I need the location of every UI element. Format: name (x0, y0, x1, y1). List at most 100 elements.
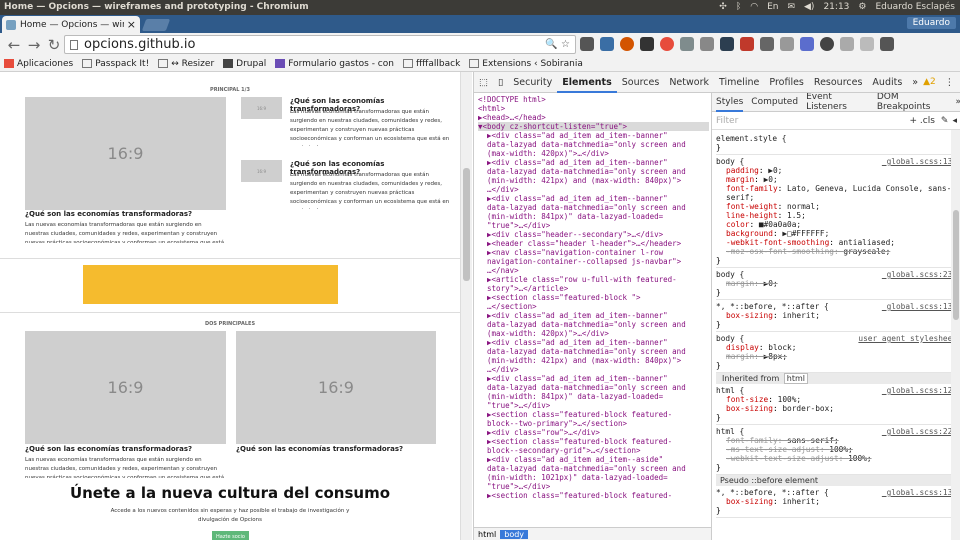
styles-filter[interactable]: Filter + .cls ✎ ◂ (712, 112, 960, 130)
css-rule[interactable]: _global.scss:221 html {font-family: sans-… (716, 425, 957, 475)
inherited-tag[interactable]: html (783, 373, 809, 384)
ad-banner[interactable] (83, 265, 338, 304)
tab-elements[interactable]: Elements (557, 72, 617, 93)
bookmark-extensions[interactable]: Extensions ‹ Sobirania (469, 59, 583, 69)
breadcrumb-html[interactable]: html (478, 530, 496, 539)
dom-node-line[interactable]: ▶<article class="row u-full-with feature… (478, 275, 709, 284)
warnings-badge[interactable]: ▲2 (923, 77, 940, 87)
dom-node-line[interactable]: data-lazyad data-matchmedia="only screen… (478, 203, 709, 212)
tab-profiles[interactable]: Profiles (764, 72, 809, 93)
tab-computed[interactable]: Computed (751, 97, 798, 107)
css-property[interactable]: margin: ▶0; (716, 175, 957, 184)
zoom-bookmark-icons[interactable]: 🔍 ☆ (545, 39, 570, 50)
property-value[interactable]: block; (768, 343, 796, 352)
cls-button[interactable]: + .cls (910, 116, 935, 126)
new-tab-button[interactable] (141, 19, 171, 31)
property-name[interactable]: display (726, 343, 759, 352)
card-title[interactable]: ¿Qué son las economías transformadoras? (236, 445, 436, 453)
dom-node-line[interactable]: block--secondary-grid">…</section> (478, 446, 709, 455)
close-tab-icon[interactable]: × (127, 18, 136, 31)
extension-icon[interactable] (640, 37, 654, 51)
rule-source-link[interactable]: user agent stylesheet (858, 334, 957, 343)
dom-node-line[interactable]: …</nav> (478, 266, 709, 275)
property-name[interactable]: line-height (726, 211, 778, 220)
styles-scrollbar[interactable] (951, 130, 960, 540)
property-name[interactable]: font-family (726, 436, 778, 445)
dom-node-line[interactable]: ▶<section class="featured-block featured… (478, 437, 709, 446)
dom-node-line[interactable]: data-lazyad data-matchmedia="only screen… (478, 140, 709, 149)
css-property[interactable]: margin: ▶8px; (716, 352, 957, 361)
reload-icon[interactable]: ↻ (44, 36, 64, 54)
extension-icon[interactable] (880, 37, 894, 51)
dropbox-icon[interactable]: ✣ (719, 2, 727, 12)
dom-node-line[interactable]: data-lazyad data-matchmedia="only screen… (478, 383, 709, 392)
tab-resources[interactable]: Resources (809, 72, 868, 93)
property-value[interactable]: ▶0; (768, 166, 782, 175)
rule-source-link[interactable]: _global.scss:124 (882, 386, 957, 395)
tab-audits[interactable]: Audits (867, 72, 907, 93)
rule-source-link[interactable]: _global.scss:221 (882, 427, 957, 436)
css-property[interactable]: font-family: sans-serif; (716, 436, 957, 445)
more-style-tabs-icon[interactable]: » (955, 97, 960, 107)
dom-node-line[interactable]: ▶<div class="header--secondary">…</div> (478, 230, 709, 239)
browser-tab[interactable]: Home — Opcions — wirefr × (2, 16, 140, 33)
more-tabs-icon[interactable]: » (907, 72, 923, 93)
property-name[interactable]: margin (726, 279, 754, 288)
dom-node-line[interactable]: (max-width: 420px)">…</div> (478, 329, 709, 338)
extension-icon[interactable] (740, 37, 754, 51)
dom-node-line[interactable]: (min-width: 841px)" data-lazyad-loaded= (478, 212, 709, 221)
tab-timeline[interactable]: Timeline (714, 72, 764, 93)
dom-node-line[interactable]: navigation-container--collapsed js-navba… (478, 257, 709, 266)
property-value[interactable]: antialiased; (839, 238, 895, 247)
property-value[interactable]: inherit; (782, 311, 820, 320)
extension-icon[interactable] (620, 37, 634, 51)
extension-icon[interactable] (580, 37, 594, 51)
volume-icon[interactable]: ◀) (804, 2, 814, 12)
extension-icon[interactable] (860, 37, 874, 51)
extension-icon[interactable] (760, 37, 774, 51)
dom-node-line[interactable]: …</section> (478, 302, 709, 311)
property-name[interactable]: box-sizing (726, 497, 773, 506)
property-name[interactable]: padding (726, 166, 759, 175)
property-name[interactable]: font-size (726, 395, 768, 404)
property-value[interactable]: inherit; (782, 497, 820, 506)
property-value[interactable]: 1.5; (787, 211, 806, 220)
tab-event-listeners[interactable]: Event Listeners (806, 93, 869, 112)
css-property[interactable]: color: ■#0a0a0a; (716, 220, 957, 229)
dom-node-line[interactable]: story">…</article> (478, 284, 709, 293)
css-rule[interactable]: _global.scss:131 *, *::before, *::after {… (716, 486, 957, 518)
tab-dom-breakpoints[interactable]: DOM Breakpoints (877, 93, 948, 112)
dom-node-line[interactable]: ▶<section class="featured-block featured… (478, 491, 709, 500)
dom-node-line[interactable]: "true">…</div> (478, 221, 709, 230)
rule-source-link[interactable]: _global.scss:231 (882, 270, 957, 279)
dom-node-line[interactable]: ▶<div class="ad ad_item ad_item--banner" (478, 338, 709, 347)
property-name[interactable]: font-weight (726, 202, 778, 211)
dom-node-line[interactable]: ▶<head>…</head> (478, 113, 709, 122)
dom-node-line[interactable]: …</div> (478, 365, 709, 374)
extension-icon[interactable] (840, 37, 854, 51)
dom-node-line[interactable]: block--two-primary">…</section> (478, 419, 709, 428)
dom-node-line[interactable]: ▼<body cz-shortcut-listen="true"> (478, 122, 709, 131)
extension-icon[interactable] (700, 37, 714, 51)
property-value[interactable]: ▶0; (764, 279, 778, 288)
inspect-icon[interactable]: ⬚ (474, 72, 493, 93)
dom-node-line[interactable]: "true">…</div> (478, 401, 709, 410)
dom-node-line[interactable]: ▶<div class="ad ad_item ad_item--banner" (478, 131, 709, 140)
tab-styles[interactable]: Styles (716, 93, 744, 112)
property-name[interactable]: margin (726, 175, 754, 184)
dom-node-line[interactable]: (min-width: 1021px)" data-lazyad-loaded= (478, 473, 709, 482)
dom-node-line[interactable]: (min-width: 841px)" data-lazyad-loaded= (478, 392, 709, 401)
mail-icon[interactable]: ✉ (787, 2, 795, 12)
css-property[interactable]: background: ▶□#FFFFFF; (716, 229, 957, 238)
bluetooth-icon[interactable]: ᛒ (736, 2, 741, 12)
extension-icon[interactable] (600, 37, 614, 51)
dom-node-line[interactable]: ▶<section class="featured-block "> (478, 293, 709, 302)
dom-node-line[interactable]: ▶<div class="ad ad_item ad_item--aside" (478, 455, 709, 464)
property-value[interactable]: ▶8px; (764, 352, 787, 361)
property-name[interactable]: background (726, 229, 773, 238)
css-rule[interactable]: element.style {} (716, 132, 957, 155)
css-property[interactable]: -webkit-font-smoothing: antialiased; (716, 238, 957, 247)
css-property[interactable]: padding: ▶0; (716, 166, 957, 175)
card-title[interactable]: ¿Qué son las economías transformadoras? (25, 445, 226, 453)
bookmark-passpack[interactable]: Passpack It! (82, 59, 149, 69)
